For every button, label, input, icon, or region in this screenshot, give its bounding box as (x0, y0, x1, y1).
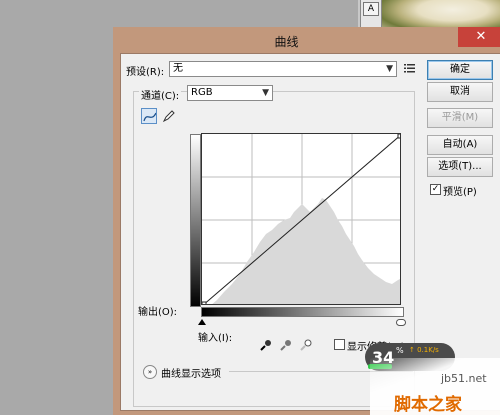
preset-select[interactable]: 无 ▼ (169, 61, 397, 77)
channel-value: RGB (191, 87, 213, 98)
smooth-button[interactable]: 平滑(M) (427, 108, 493, 128)
curve-endpoint-white (397, 134, 400, 139)
gray-point-eyedropper-icon[interactable] (279, 338, 293, 352)
output-gradient-bar (190, 134, 201, 307)
black-point-slider[interactable] (198, 319, 206, 325)
preview-label: 预览(P) (443, 187, 477, 198)
show-clipping-checkbox[interactable] (334, 339, 345, 350)
curve-graph[interactable] (201, 133, 401, 305)
curve-endpoint-black (202, 301, 207, 304)
preset-label: 预设(R): (126, 67, 165, 78)
curve-display-options-label[interactable]: 曲线显示选项 (161, 365, 221, 380)
chevron-down-icon: ▼ (386, 64, 393, 74)
auto-button[interactable]: 自动(A) (427, 135, 493, 155)
watermark-title: 脚本之家 (394, 395, 462, 415)
black-point-eyedropper-icon[interactable] (259, 338, 273, 352)
cancel-button[interactable]: 取消 (427, 82, 493, 102)
watermark-site: jb51.net (441, 372, 487, 385)
histogram (212, 198, 400, 304)
close-button[interactable]: ✕ (458, 27, 500, 47)
chevron-down-icon: ▼ (262, 88, 269, 98)
input-label: 输入(I): (198, 333, 233, 344)
speed-badge-speed: ↑ 0.1K/s (409, 346, 439, 354)
curve-point-icon[interactable] (141, 108, 157, 124)
text-tool-icon[interactable]: A (363, 2, 379, 16)
ok-button[interactable]: 确定 (427, 60, 493, 80)
dialog-title: 曲线 (274, 35, 299, 49)
channel-select[interactable]: RGB ▼ (187, 85, 273, 101)
options-button[interactable]: 选项(T)... (427, 157, 493, 177)
input-gradient-bar (201, 307, 404, 317)
white-point-eyedropper-icon[interactable] (299, 338, 313, 352)
speed-badge-percent: % (396, 346, 404, 355)
preview-checkbox[interactable]: ✓ (430, 184, 441, 195)
pencil-icon[interactable] (161, 108, 177, 124)
title-bar[interactable]: 曲线 ✕ (113, 27, 500, 53)
list-menu-icon[interactable] (404, 63, 416, 73)
channel-label: 通道(C): (139, 87, 182, 102)
expand-icon[interactable]: » (143, 365, 157, 379)
preset-value: 无 (173, 63, 183, 74)
output-label: 输出(O): (138, 307, 178, 318)
white-point-slider[interactable] (396, 319, 406, 326)
